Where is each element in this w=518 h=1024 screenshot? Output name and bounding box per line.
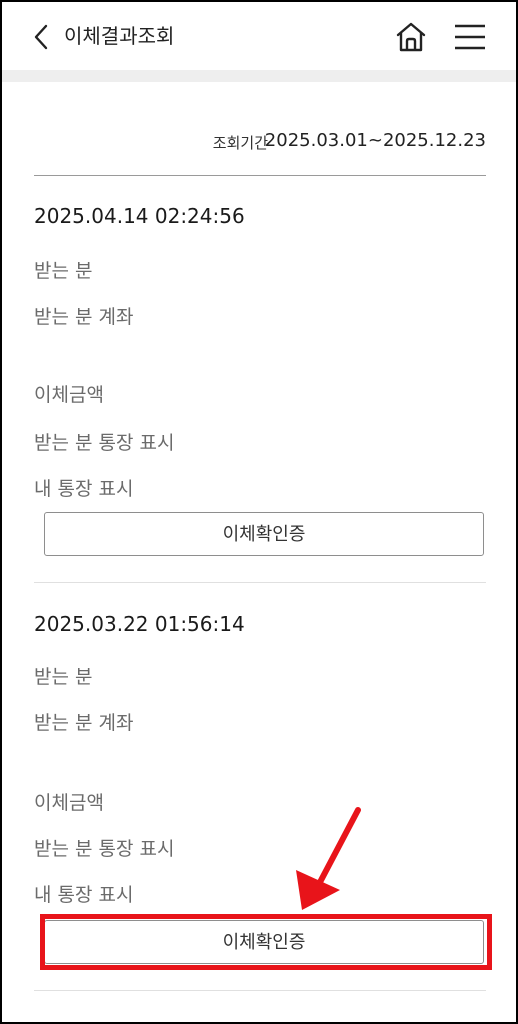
amount-label: 이체금액: [34, 792, 104, 814]
red-arrow-icon: [296, 807, 361, 910]
recipient-label: 받는 분: [34, 260, 93, 282]
recipient-label: 받는 분: [34, 666, 93, 688]
transfer-datetime: 2025.04.14 02:24:56: [34, 204, 245, 228]
period-value: 2025.03.01~2025.12.23: [264, 130, 486, 151]
period-divider: [34, 175, 486, 176]
recipient-memo-label: 받는 분 통장 표시: [34, 432, 175, 454]
query-period: 조회기간 2025.03.01~2025.12.23: [34, 124, 486, 160]
recipient-memo-label: 받는 분 통장 표시: [34, 838, 175, 860]
my-memo-label: 내 통장 표시: [34, 884, 134, 906]
menu-button[interactable]: [452, 20, 486, 54]
header-divider: [2, 70, 516, 82]
back-button[interactable]: [28, 22, 58, 52]
transfer-receipt-button[interactable]: 이체확인증: [44, 920, 484, 964]
period-label: 조회기간: [212, 134, 268, 152]
recipient-account-label: 받는 분 계좌: [34, 712, 134, 734]
app-bar: 이체결과조회: [2, 2, 516, 70]
my-memo-label: 내 통장 표시: [34, 478, 134, 500]
transfer-receipt-button[interactable]: 이체확인증: [44, 512, 484, 556]
chevron-left-icon: [34, 24, 48, 50]
hamburger-menu-icon: [455, 24, 485, 50]
record-divider: [34, 990, 486, 991]
amount-label: 이체금액: [34, 384, 104, 406]
home-icon: [396, 22, 426, 52]
transfer-datetime: 2025.03.22 01:56:14: [34, 612, 245, 636]
record-divider: [34, 582, 486, 583]
recipient-account-label: 받는 분 계좌: [34, 306, 134, 328]
home-button[interactable]: [394, 20, 428, 54]
page-title: 이체결과조회: [64, 24, 175, 48]
screen-frame: 이체결과조회 조회기간 2025.03.01~2025.12.23 2025.0…: [0, 0, 518, 1024]
